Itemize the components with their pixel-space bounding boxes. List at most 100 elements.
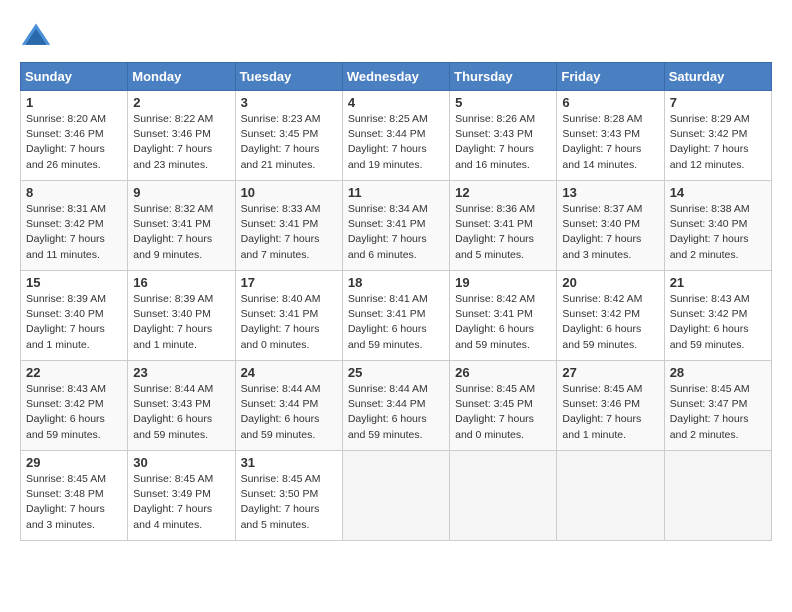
calendar-cell: 18 Sunrise: 8:41 AMSunset: 3:41 PMDayligh… bbox=[342, 271, 449, 361]
calendar-cell: 12 Sunrise: 8:36 AMSunset: 3:41 PMDayligh… bbox=[450, 181, 557, 271]
calendar-cell: 9 Sunrise: 8:32 AMSunset: 3:41 PMDaylight… bbox=[128, 181, 235, 271]
calendar-cell: 15Sunrise: 8:39 AMSunset: 3:40 PMDayligh… bbox=[21, 271, 128, 361]
day-number: 5 bbox=[455, 95, 551, 110]
calendar-cell bbox=[450, 451, 557, 541]
weekday-thursday: Thursday bbox=[450, 63, 557, 91]
day-number: 17 bbox=[241, 275, 337, 290]
weekday-monday: Monday bbox=[128, 63, 235, 91]
day-info: Sunrise: 8:45 AMSunset: 3:46 PMDaylight:… bbox=[562, 382, 658, 443]
day-info: Sunrise: 8:40 AMSunset: 3:41 PMDaylight:… bbox=[241, 292, 337, 353]
day-info: Sunrise: 8:25 AMSunset: 3:44 PMDaylight:… bbox=[348, 112, 444, 173]
day-number: 1 bbox=[26, 95, 122, 110]
day-info: Sunrise: 8:33 AMSunset: 3:41 PMDaylight:… bbox=[241, 202, 337, 263]
day-number: 25 bbox=[348, 365, 444, 380]
calendar-cell: 25 Sunrise: 8:44 AMSunset: 3:44 PMDayligh… bbox=[342, 361, 449, 451]
day-info: Sunrise: 8:45 AMSunset: 3:47 PMDaylight:… bbox=[670, 382, 766, 443]
calendar-cell: 14Sunrise: 8:38 AMSunset: 3:40 PMDayligh… bbox=[664, 181, 771, 271]
weekday-sunday: Sunday bbox=[21, 63, 128, 91]
calendar-cell: 23 Sunrise: 8:44 AMSunset: 3:43 PMDayligh… bbox=[128, 361, 235, 451]
day-number: 4 bbox=[348, 95, 444, 110]
day-info: Sunrise: 8:32 AMSunset: 3:41 PMDaylight:… bbox=[133, 202, 229, 263]
calendar-cell: 10 Sunrise: 8:33 AMSunset: 3:41 PMDayligh… bbox=[235, 181, 342, 271]
day-info: Sunrise: 8:36 AMSunset: 3:41 PMDaylight:… bbox=[455, 202, 551, 263]
day-number: 18 bbox=[348, 275, 444, 290]
calendar-cell: 3Sunrise: 8:23 AMSunset: 3:45 PMDaylight… bbox=[235, 91, 342, 181]
day-number: 23 bbox=[133, 365, 229, 380]
day-number: 8 bbox=[26, 185, 122, 200]
day-number: 9 bbox=[133, 185, 229, 200]
day-number: 30 bbox=[133, 455, 229, 470]
day-info: Sunrise: 8:44 AMSunset: 3:44 PMDaylight:… bbox=[241, 382, 337, 443]
day-number: 28 bbox=[670, 365, 766, 380]
calendar-cell bbox=[342, 451, 449, 541]
day-number: 2 bbox=[133, 95, 229, 110]
day-number: 24 bbox=[241, 365, 337, 380]
calendar-cell: 31 Sunrise: 8:45 AMSunset: 3:50 PMDayligh… bbox=[235, 451, 342, 541]
calendar-cell: 22 Sunrise: 8:43 AMSunset: 3:42 PMDayligh… bbox=[21, 361, 128, 451]
calendar-cell: 6 Sunrise: 8:28 AMSunset: 3:43 PMDaylight… bbox=[557, 91, 664, 181]
day-info: Sunrise: 8:43 AMSunset: 3:42 PMDaylight:… bbox=[26, 382, 122, 443]
day-number: 11 bbox=[348, 185, 444, 200]
day-number: 7 bbox=[670, 95, 766, 110]
calendar-cell: 30 Sunrise: 8:45 AMSunset: 3:49 PMDayligh… bbox=[128, 451, 235, 541]
calendar-week-1: 1 Sunrise: 8:20 AMSunset: 3:46 PMDaylight… bbox=[21, 91, 772, 181]
day-number: 6 bbox=[562, 95, 658, 110]
day-number: 10 bbox=[241, 185, 337, 200]
calendar-cell: 19Sunrise: 8:42 AMSunset: 3:41 PMDayligh… bbox=[450, 271, 557, 361]
day-number: 31 bbox=[241, 455, 337, 470]
weekday-saturday: Saturday bbox=[664, 63, 771, 91]
day-info: Sunrise: 8:45 AMSunset: 3:50 PMDaylight:… bbox=[241, 472, 337, 533]
calendar-cell: 26 Sunrise: 8:45 AMSunset: 3:45 PMDayligh… bbox=[450, 361, 557, 451]
calendar-cell bbox=[664, 451, 771, 541]
day-number: 15 bbox=[26, 275, 122, 290]
calendar-week-5: 29 Sunrise: 8:45 AMSunset: 3:48 PMDayligh… bbox=[21, 451, 772, 541]
calendar-cell: 1 Sunrise: 8:20 AMSunset: 3:46 PMDaylight… bbox=[21, 91, 128, 181]
calendar-cell: 7 Sunrise: 8:29 AMSunset: 3:42 PMDaylight… bbox=[664, 91, 771, 181]
day-info: Sunrise: 8:45 AMSunset: 3:48 PMDaylight:… bbox=[26, 472, 122, 533]
calendar-cell: 24 Sunrise: 8:44 AMSunset: 3:44 PMDayligh… bbox=[235, 361, 342, 451]
day-info: Sunrise: 8:37 AMSunset: 3:40 PMDaylight:… bbox=[562, 202, 658, 263]
calendar-cell: 13Sunrise: 8:37 AMSunset: 3:40 PMDayligh… bbox=[557, 181, 664, 271]
calendar-table: SundayMondayTuesdayWednesdayThursdayFrid… bbox=[20, 62, 772, 541]
day-info: Sunrise: 8:20 AMSunset: 3:46 PMDaylight:… bbox=[26, 112, 122, 173]
calendar-cell: 27 Sunrise: 8:45 AMSunset: 3:46 PMDayligh… bbox=[557, 361, 664, 451]
day-number: 14 bbox=[670, 185, 766, 200]
logo bbox=[20, 20, 56, 52]
weekday-wednesday: Wednesday bbox=[342, 63, 449, 91]
day-info: Sunrise: 8:44 AMSunset: 3:43 PMDaylight:… bbox=[133, 382, 229, 443]
day-number: 19 bbox=[455, 275, 551, 290]
day-number: 27 bbox=[562, 365, 658, 380]
calendar-cell bbox=[557, 451, 664, 541]
calendar-cell: 5 Sunrise: 8:26 AMSunset: 3:43 PMDaylight… bbox=[450, 91, 557, 181]
day-number: 16 bbox=[133, 275, 229, 290]
calendar-cell: 11 Sunrise: 8:34 AMSunset: 3:41 PMDayligh… bbox=[342, 181, 449, 271]
weekday-tuesday: Tuesday bbox=[235, 63, 342, 91]
day-number: 26 bbox=[455, 365, 551, 380]
day-info: Sunrise: 8:34 AMSunset: 3:41 PMDaylight:… bbox=[348, 202, 444, 263]
calendar-cell: 28 Sunrise: 8:45 AMSunset: 3:47 PMDayligh… bbox=[664, 361, 771, 451]
day-number: 22 bbox=[26, 365, 122, 380]
day-number: 3 bbox=[241, 95, 337, 110]
logo-icon bbox=[20, 20, 52, 52]
day-info: Sunrise: 8:29 AMSunset: 3:42 PMDaylight:… bbox=[670, 112, 766, 173]
day-info: Sunrise: 8:42 AMSunset: 3:42 PMDaylight:… bbox=[562, 292, 658, 353]
weekday-friday: Friday bbox=[557, 63, 664, 91]
calendar-cell: 21Sunrise: 8:43 AMSunset: 3:42 PMDayligh… bbox=[664, 271, 771, 361]
day-number: 12 bbox=[455, 185, 551, 200]
day-number: 21 bbox=[670, 275, 766, 290]
calendar-cell: 8Sunrise: 8:31 AMSunset: 3:42 PMDaylight… bbox=[21, 181, 128, 271]
day-info: Sunrise: 8:45 AMSunset: 3:49 PMDaylight:… bbox=[133, 472, 229, 533]
calendar-week-3: 15Sunrise: 8:39 AMSunset: 3:40 PMDayligh… bbox=[21, 271, 772, 361]
day-info: Sunrise: 8:41 AMSunset: 3:41 PMDaylight:… bbox=[348, 292, 444, 353]
day-number: 29 bbox=[26, 455, 122, 470]
day-info: Sunrise: 8:28 AMSunset: 3:43 PMDaylight:… bbox=[562, 112, 658, 173]
calendar-cell: 4 Sunrise: 8:25 AMSunset: 3:44 PMDaylight… bbox=[342, 91, 449, 181]
calendar-cell: 20 Sunrise: 8:42 AMSunset: 3:42 PMDayligh… bbox=[557, 271, 664, 361]
day-number: 20 bbox=[562, 275, 658, 290]
day-info: Sunrise: 8:22 AMSunset: 3:46 PMDaylight:… bbox=[133, 112, 229, 173]
day-info: Sunrise: 8:26 AMSunset: 3:43 PMDaylight:… bbox=[455, 112, 551, 173]
calendar-week-2: 8Sunrise: 8:31 AMSunset: 3:42 PMDaylight… bbox=[21, 181, 772, 271]
day-info: Sunrise: 8:44 AMSunset: 3:44 PMDaylight:… bbox=[348, 382, 444, 443]
calendar-cell: 29 Sunrise: 8:45 AMSunset: 3:48 PMDayligh… bbox=[21, 451, 128, 541]
day-info: Sunrise: 8:45 AMSunset: 3:45 PMDaylight:… bbox=[455, 382, 551, 443]
